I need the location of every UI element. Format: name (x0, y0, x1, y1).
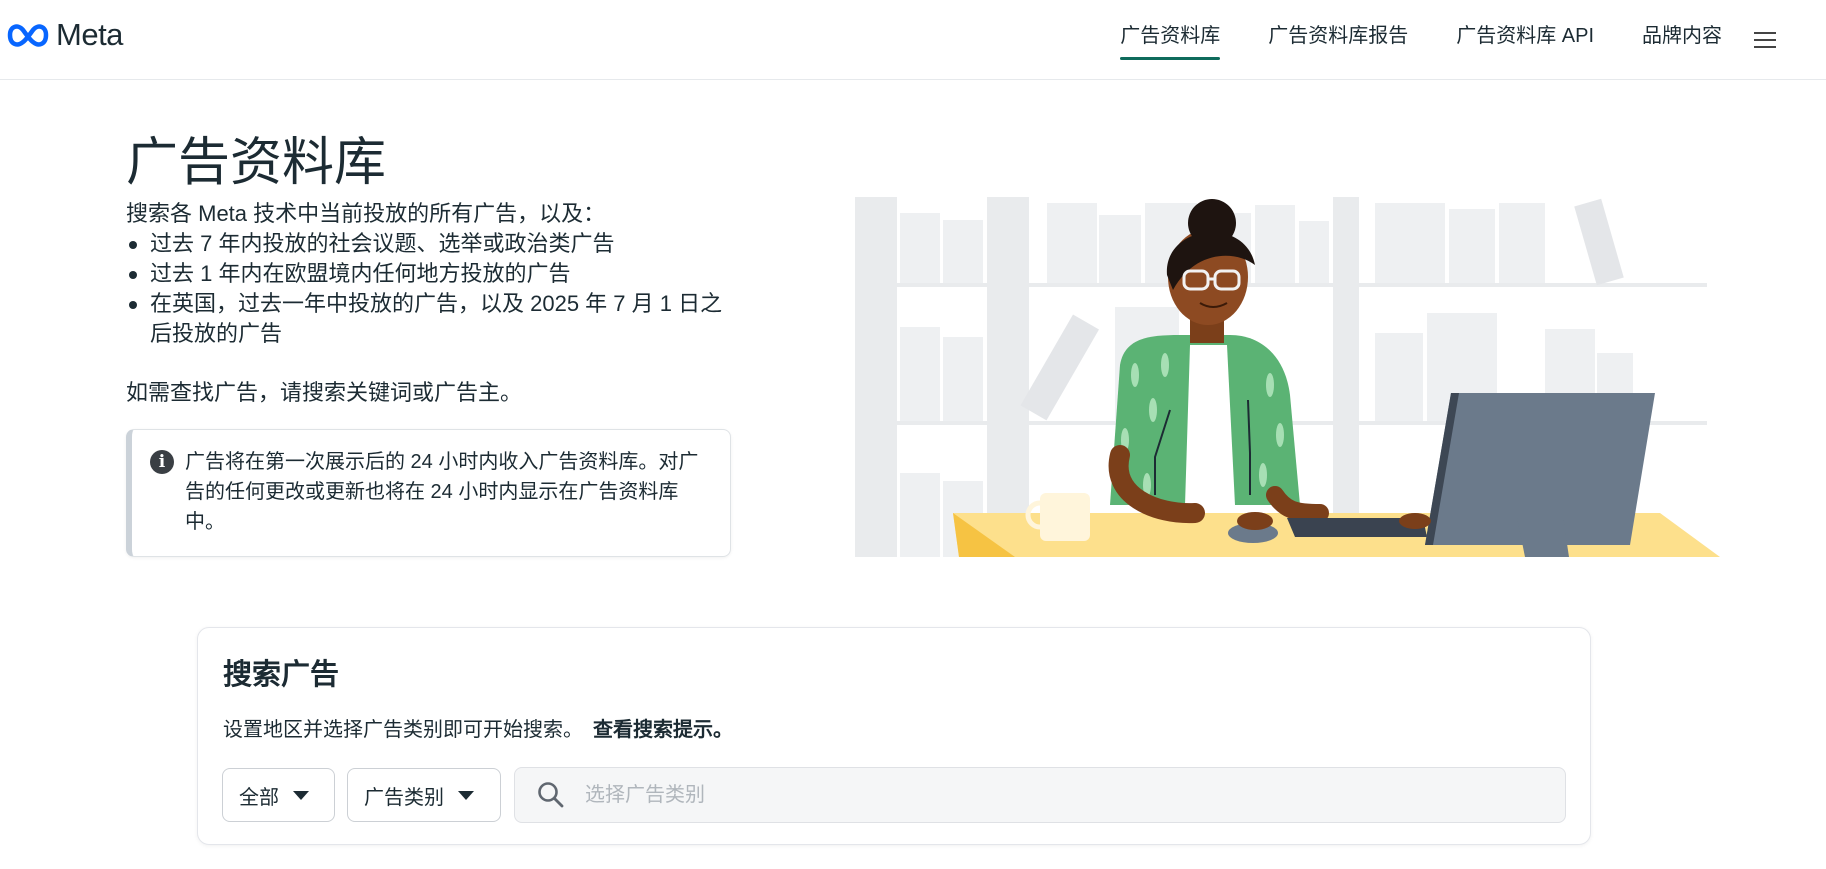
intro-bullet: 过去 1 年内在欧盟境内任何地方投放的广告 (126, 259, 736, 289)
search-ads-instruction: 设置地区并选择广告类别即可开始搜索。 (223, 719, 583, 741)
meta-infinity-icon (7, 24, 49, 47)
hamburger-menu-icon[interactable] (1754, 31, 1776, 49)
search-hint: 如需查找广告，请搜索关键词或广告主。 (126, 380, 523, 405)
meta-logo-text: Meta (56, 17, 123, 52)
search-ads-subtitle: 设置地区并选择广告类别即可开始搜索。 查看搜索提示。 (223, 713, 733, 742)
nav-ad-library-report[interactable]: 广告资料库报告 (1268, 0, 1408, 79)
nav-branded-content[interactable]: 品牌内容 (1642, 0, 1722, 79)
search-icon (538, 782, 564, 808)
search-input[interactable] (585, 768, 1545, 822)
caret-down-icon (458, 790, 474, 800)
intro-text: 搜索各 Meta 技术中当前投放的所有广告，以及： 过去 7 年内投放的社会议题… (126, 199, 736, 408)
hero-illustration (855, 195, 1720, 557)
search-ads-card: 搜索广告 设置地区并选择广告类别即可开始搜索。 查看搜索提示。 全部 广告类别 (197, 627, 1591, 845)
person-at-computer-illustration (855, 197, 1720, 557)
meta-logo[interactable]: Meta (6, 17, 123, 53)
intro-bullet-list: 过去 7 年内投放的社会议题、选举或政治类广告 过去 1 年内在欧盟境内任何地方… (126, 229, 736, 349)
info-icon: i (150, 450, 174, 474)
intro-lead: 搜索各 Meta 技术中当前投放的所有广告，以及： (126, 201, 606, 226)
notice-text: 广告将在第一次展示后的 24 小时内收入广告资料库。对广告的任何更改或更新也将在… (185, 451, 699, 533)
search-ads-title: 搜索广告 (223, 659, 340, 691)
top-nav: 广告资料库 广告资料库报告 广告资料库 API 品牌内容 (1120, 0, 1826, 79)
caret-down-icon (293, 790, 309, 800)
page-title: 广告资料库 (126, 134, 387, 192)
nav-ad-library-api[interactable]: 广告资料库 API (1456, 0, 1594, 79)
region-dropdown[interactable]: 全部 (222, 768, 335, 822)
intro-bullet: 在英国，过去一年中投放的广告，以及 2025 年 7 月 1 日之后投放的广告 (126, 289, 736, 349)
region-dropdown-label: 全部 (239, 786, 279, 809)
nav-ad-library[interactable]: 广告资料库 (1120, 0, 1221, 79)
search-tips-link[interactable]: 查看搜索提示。 (593, 719, 733, 741)
info-notice: i 广告将在第一次展示后的 24 小时内收入广告资料库。对广告的任何更改或更新也… (126, 429, 731, 557)
top-header: Meta 广告资料库 广告资料库报告 广告资料库 API 品牌内容 (0, 0, 1826, 80)
ad-category-dropdown-label: 广告类别 (364, 786, 444, 809)
ad-category-dropdown[interactable]: 广告类别 (347, 768, 501, 822)
intro-bullet: 过去 7 年内投放的社会议题、选举或政治类广告 (126, 229, 736, 259)
search-box[interactable] (514, 767, 1566, 823)
